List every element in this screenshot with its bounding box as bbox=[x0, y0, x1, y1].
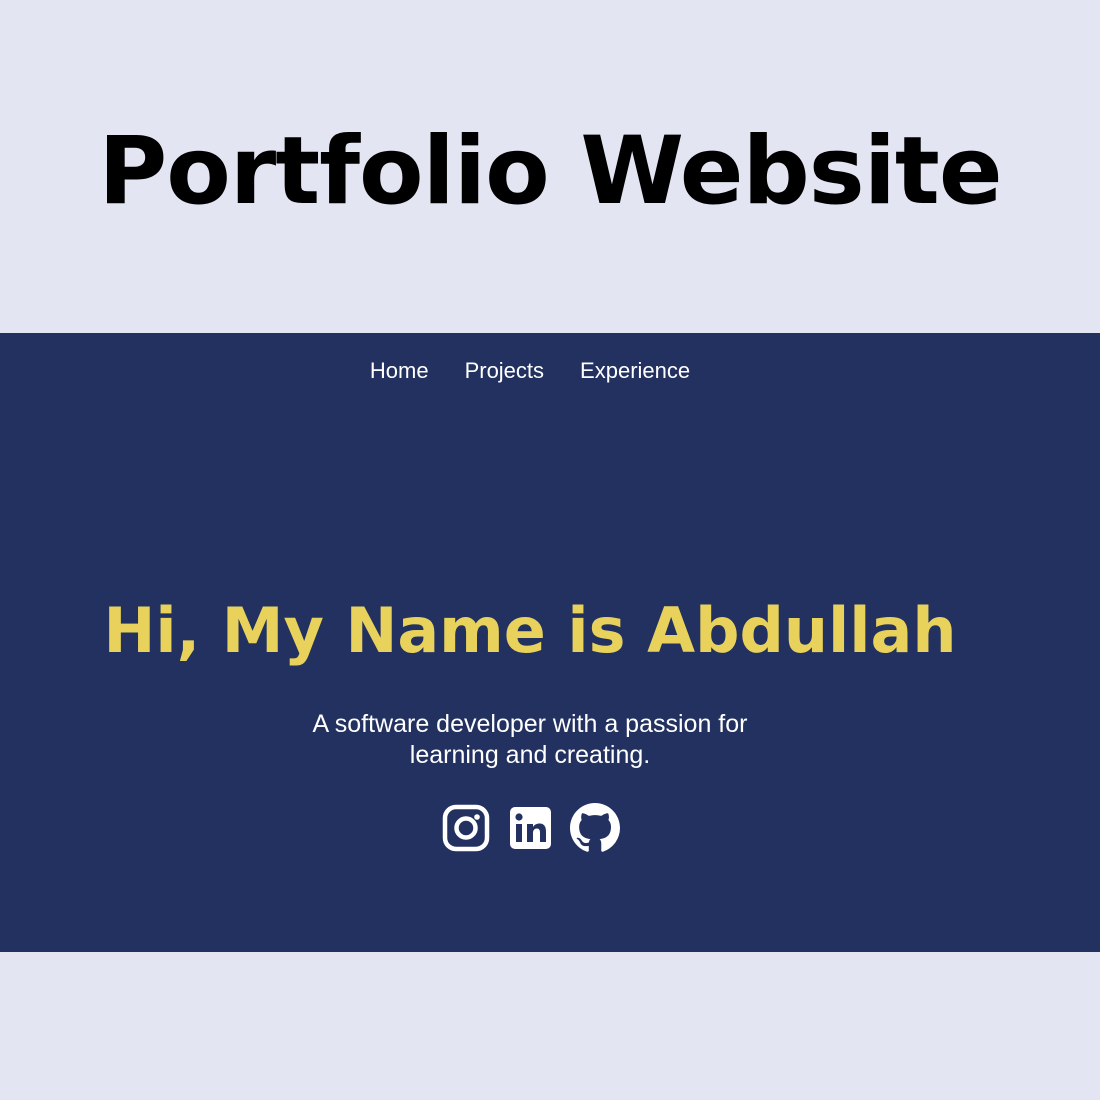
nav-link-home[interactable]: Home bbox=[370, 357, 429, 385]
page-title: Portfolio Website bbox=[98, 117, 1002, 226]
hero-heading: Hi, My Name is Abdullah bbox=[103, 594, 957, 667]
social-links bbox=[0, 803, 1060, 853]
hero-subtitle: A software developer with a passion for … bbox=[312, 710, 748, 769]
instagram-icon bbox=[442, 804, 490, 852]
linkedin-link[interactable] bbox=[506, 803, 554, 853]
github-link[interactable] bbox=[570, 803, 620, 853]
nav-bar: Home Projects Experience bbox=[0, 357, 1060, 385]
instagram-link[interactable] bbox=[442, 803, 490, 853]
github-icon bbox=[570, 803, 620, 852]
website-screenshot: Home Projects Experience Hi, My Name is … bbox=[0, 333, 1100, 952]
linkedin-icon bbox=[510, 807, 551, 849]
nav-link-projects[interactable]: Projects bbox=[465, 357, 544, 385]
nav-link-experience[interactable]: Experience bbox=[580, 357, 690, 385]
